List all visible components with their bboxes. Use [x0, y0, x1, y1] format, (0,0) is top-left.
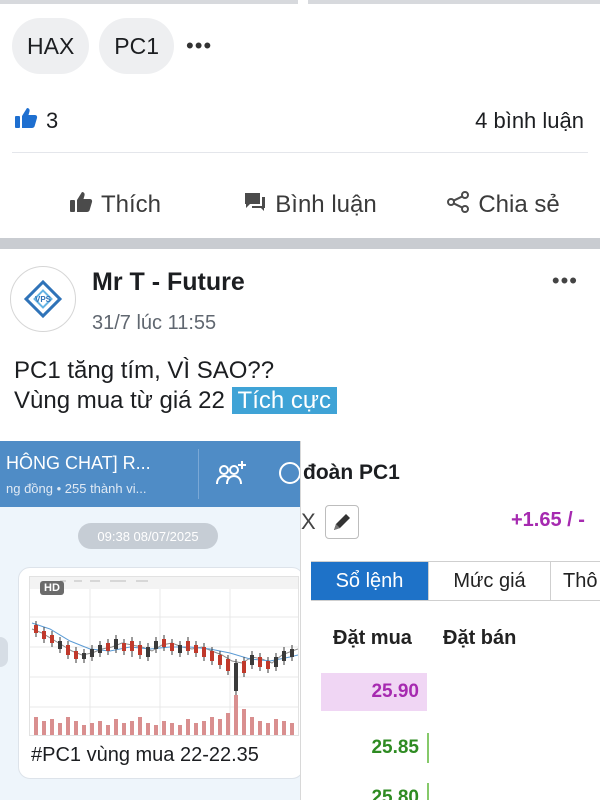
avatar[interactable]: VPS: [10, 266, 76, 332]
post-text-line-2: Vùng mua từ giá 22 Tích cực: [14, 386, 337, 416]
post-image-chat[interactable]: HÔNG CHAT] R... ng đồng • 255 thành vi..…: [0, 441, 300, 800]
chat-side-handle: [0, 637, 8, 667]
buy-price-cell: 25.90: [321, 673, 427, 711]
thumbs-up-icon: [69, 191, 93, 220]
chat-subtitle: ng đồng • 255 thành vi...: [6, 481, 147, 496]
column-header-sell: Đặt bán: [443, 627, 517, 649]
svg-text:VPS: VPS: [35, 295, 52, 304]
volume-bar: [427, 783, 429, 800]
chat-date-pill: 09:38 08/07/2025: [78, 523, 218, 549]
chat-message-caption: #PC1 vùng mua 22-22.35: [31, 744, 259, 766]
tags-more-icon[interactable]: •••: [186, 33, 212, 59]
candlestick-chart-image: [30, 577, 299, 735]
orderbook-row: 25.90: [301, 673, 600, 715]
comment-button-label: Bình luận: [275, 191, 377, 218]
stock-chart-thumbnail: HD: [29, 576, 299, 736]
previous-post-edge-left: [0, 0, 298, 4]
share-icon: [446, 190, 470, 220]
vps-logo-icon: VPS: [23, 279, 63, 319]
post-timestamp[interactable]: 31/7 lúc 11:55: [92, 312, 216, 335]
post-more-options-icon[interactable]: •••: [552, 268, 578, 294]
tag-row: HAX PC1 •••: [12, 18, 212, 74]
highlighted-text: Tích cực: [231, 387, 337, 414]
post-text-line-2-prefix: Vùng mua từ giá 22: [14, 387, 225, 414]
post-header: VPS Mr T - Future 31/7 lúc 11:55 •••: [0, 262, 600, 342]
chat-info-icon: [276, 459, 300, 494]
post-body: PC1 tăng tím, VÌ SAO?? Vùng mua từ giá 2…: [14, 356, 337, 416]
orderbook-tabs: Sổ lệnh Mức giá Thô: [311, 561, 600, 601]
share-button-label: Chia sẻ: [478, 191, 560, 218]
post-actions-bar: Thích Bình luận Chia sẻ: [0, 180, 600, 230]
previous-post-edge-right: [308, 0, 600, 4]
chat-message-card: HD #PC1 vùng mua 22-22.35: [18, 567, 300, 779]
tab-price-level: Mức giá: [429, 562, 551, 600]
comment-button[interactable]: Bình luận: [200, 180, 400, 230]
orderbook-title: đoàn PC1: [303, 461, 400, 484]
hd-badge: HD: [40, 581, 64, 595]
chat-title: HÔNG CHAT] R...: [6, 453, 151, 473]
chat-header: HÔNG CHAT] R... ng đồng • 255 thành vi..…: [0, 441, 300, 507]
buy-price-cell: 25.80: [371, 787, 419, 800]
group-add-icon: [214, 459, 248, 494]
like-button-label: Thích: [100, 191, 162, 218]
post-image-orderbook[interactable]: đoàn PC1 X +1.65 / - Sổ lệnh Mức giá Thô…: [300, 441, 600, 800]
tab-order-book: Sổ lệnh: [311, 562, 429, 600]
post-separator: [0, 238, 600, 249]
like-button[interactable]: Thích: [0, 180, 200, 230]
column-header-buy: Đặt mua: [333, 627, 412, 649]
price-change: +1.65 / -: [511, 509, 585, 531]
chat-header-divider: [198, 449, 199, 499]
tab-third: Thô: [551, 562, 600, 600]
pencil-icon: [325, 505, 359, 539]
tag-chip-pc1[interactable]: PC1: [99, 18, 175, 74]
buy-price-cell: 25.85: [371, 737, 419, 758]
divider: [12, 152, 588, 153]
comment-icon: [243, 191, 267, 220]
like-count: 3: [46, 108, 59, 133]
like-summary[interactable]: 3: [14, 107, 58, 135]
previous-post-bottom-edge: [0, 0, 600, 6]
author-name[interactable]: Mr T - Future: [92, 268, 245, 297]
tag-chip-hax[interactable]: HAX: [12, 18, 90, 74]
thumbs-up-icon: [14, 107, 38, 135]
post-text-line-1: PC1 tăng tím, VÌ SAO??: [14, 357, 275, 384]
volume-bar: [427, 733, 429, 763]
close-icon: X: [301, 509, 316, 534]
reactions-bar: 3 4 bình luận: [14, 104, 584, 138]
orderbook-row: 25.85: [301, 729, 600, 771]
orderbook-row: 25.80: [301, 779, 600, 800]
share-button[interactable]: Chia sẻ: [400, 180, 600, 230]
comment-count-link[interactable]: 4 bình luận: [475, 108, 584, 134]
